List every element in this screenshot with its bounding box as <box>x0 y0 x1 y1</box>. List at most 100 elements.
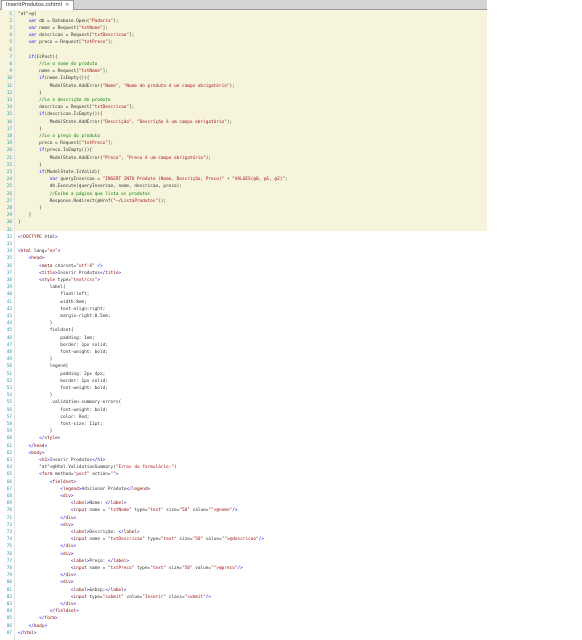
code-line: 60 </style> <box>0 435 487 442</box>
code-line: 76 <div> <box>0 551 487 558</box>
code-line: 12 } <box>0 90 487 97</box>
code-line: 39 label{ <box>0 284 487 291</box>
code-line: 19 preco = Request["txtPreco"]; <box>0 140 487 147</box>
file-tab[interactable]: InserirProdutos.cshtml × <box>1 0 75 10</box>
line-number: 14 <box>6 105 12 111</box>
line-number: 68 <box>6 493 12 499</box>
code-line: 9 nome = Request["txtNome"]; <box>0 68 487 75</box>
code-line: 64 "at">@Html.ValidationSummary("Erros d… <box>0 464 487 471</box>
line-code: } <box>18 357 53 363</box>
line-code: var queryInsercao = "INSERT INTO Produto… <box>49 177 288 183</box>
line-number: 7 <box>9 54 12 60</box>
code-line: 8 //Le o nome do produto <box>0 61 487 68</box>
line-code: margin-right:0.5em; <box>18 313 111 319</box>
line-number: 47 <box>6 342 12 348</box>
line-code: <title>Inserir Produtos</title> <box>39 270 122 276</box>
line-code: </div> <box>60 515 77 521</box>
line-number: 8 <box>9 61 12 67</box>
line-number: 16 <box>6 119 12 125</box>
close-tab-icon[interactable]: × <box>65 2 69 8</box>
code-line: 85 </form> <box>0 615 487 622</box>
line-number: 31 <box>6 227 12 233</box>
line-number: 46 <box>6 335 12 341</box>
line-number: 50 <box>6 364 12 370</box>
line-number: 30 <box>6 220 12 226</box>
line-code: </head> <box>28 443 48 449</box>
line-code: if(ModelState.IsValid){ <box>39 169 100 175</box>
code-line: 87 </html> <box>0 630 487 637</box>
line-number: 78 <box>6 565 12 571</box>
line-number: 87 <box>6 630 12 636</box>
code-line: 15 if(descricao.IsEmpty()){ <box>0 111 487 118</box>
line-number: 85 <box>6 616 12 622</box>
code-line: 35 <head> <box>0 255 487 262</box>
code-line: 2 var db = Database.Open("Padaria"); <box>0 18 487 25</box>
line-code: } <box>18 126 42 132</box>
line-number: 49 <box>6 357 12 363</box>
line-number: 66 <box>6 479 12 485</box>
line-code: text-align:right; <box>18 306 106 312</box>
line-number: 5 <box>9 40 12 46</box>
line-number: 83 <box>6 601 12 607</box>
line-code: db.Execute(queryInsercao, nome, descrica… <box>18 184 182 190</box>
line-number: 17 <box>6 126 12 132</box>
line-code: var nome = Request["txtNome"]; <box>28 25 108 31</box>
code-line: 25 db.Execute(queryInsercao, nome, descr… <box>0 183 487 190</box>
line-code: font-size: 11pt; <box>18 421 103 427</box>
code-line: 13 //Le a descrição do produto <box>0 97 487 104</box>
line-number: 80 <box>6 580 12 586</box>
line-code: float:left; <box>18 292 90 298</box>
line-code: var preco = Request["txtPreco"]; <box>28 40 114 46</box>
line-number: 3 <box>9 25 12 31</box>
line-number: 79 <box>6 573 12 579</box>
line-number: 11 <box>6 83 12 89</box>
line-code: if(preco.IsEmpty()){ <box>39 148 93 154</box>
line-code: } <box>18 213 32 219</box>
line-number: 43 <box>6 313 12 319</box>
code-line: 38 <style type="text/css"> <box>0 277 487 284</box>
line-number: 74 <box>6 537 12 543</box>
line-code: .validation-summary-errors{ <box>18 400 122 406</box>
code-line: 36 <meta charset="utf-8" /> <box>0 263 487 270</box>
code-line: 86 </body> <box>0 623 487 630</box>
code-line: 20 if(preco.IsEmpty()){ <box>0 147 487 154</box>
line-number: 71 <box>6 515 12 521</box>
code-line: 51 padding: 2px 4px; <box>0 371 487 378</box>
line-number: 55 <box>6 400 12 406</box>
line-code: <!DOCTYPE html> <box>18 234 58 240</box>
line-number: 26 <box>6 191 12 197</box>
line-number: 77 <box>6 558 12 564</box>
line-code: </div> <box>60 544 77 550</box>
line-code: <input name = "txtPreco" type="text" siz… <box>70 565 243 571</box>
line-code: padding: 2px 4px; <box>18 371 106 377</box>
code-line: 22 } <box>0 162 487 169</box>
code-editor[interactable]: 1 "at">@{2 var db = Database.Open("Padari… <box>0 10 487 640</box>
line-code: font-weight: bold; <box>18 407 108 413</box>
line-number: 34 <box>6 249 12 255</box>
code-line: 62 <body> <box>0 450 487 457</box>
line-number: 18 <box>6 133 12 139</box>
line-number: 84 <box>6 609 12 615</box>
code-line: 83 </div> <box>0 601 487 608</box>
line-code: <label>&nbsp;</label> <box>70 587 127 593</box>
line-code: var db = Database.Open("Padaria"); <box>28 18 119 24</box>
code-line: 69 <label>Nome: </label> <box>0 500 487 507</box>
code-line: 47 border: 1px solid; <box>0 342 487 349</box>
code-line: 11 ModelState.AddError("Nome", "Nome do … <box>0 83 487 90</box>
line-code: padding: 1em; <box>18 335 95 341</box>
line-number: 38 <box>6 277 12 283</box>
line-code: <body> <box>28 450 45 456</box>
line-number: 60 <box>6 436 12 442</box>
line-code: } <box>18 220 21 226</box>
line-number: 70 <box>6 508 12 514</box>
line-number: 58 <box>6 421 12 427</box>
line-code: </style> <box>39 436 61 442</box>
code-line: 84 </fieldset> <box>0 608 487 615</box>
line-number: 37 <box>6 270 12 276</box>
line-code: <legend>Adicionar Produto</legend> <box>60 486 151 492</box>
line-code: preco = Request["txtPreco"]; <box>18 141 114 147</box>
code-line: 48 font-weight: bold; <box>0 349 487 356</box>
line-number: 28 <box>6 205 12 211</box>
code-line: 17 } <box>0 126 487 133</box>
code-line: 66 <fieldset> <box>0 479 487 486</box>
